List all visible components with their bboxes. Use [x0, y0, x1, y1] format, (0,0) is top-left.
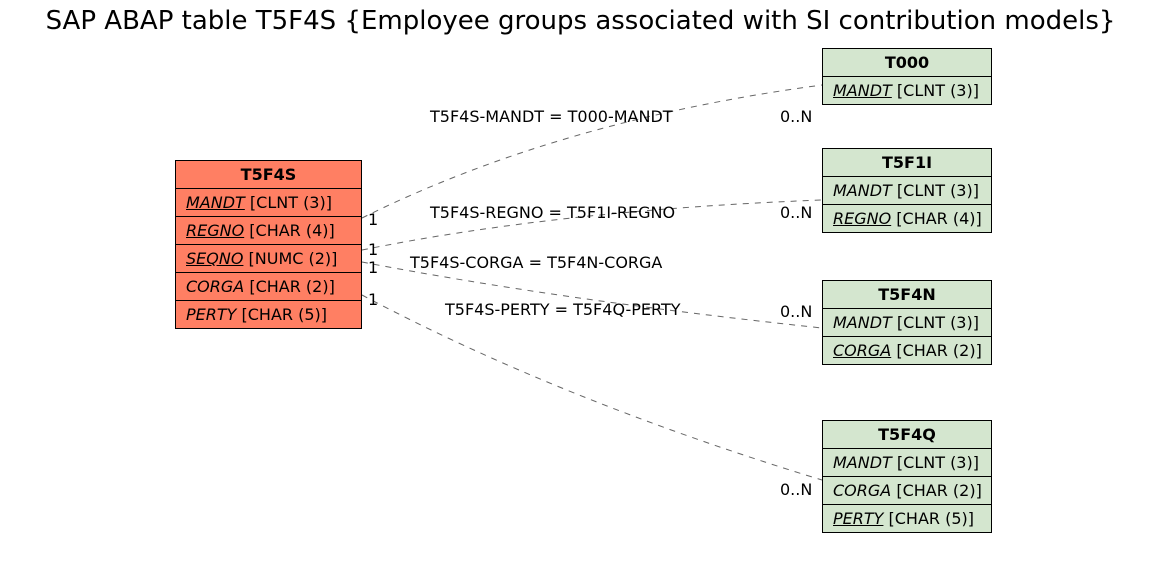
relation-label: T5F4S-PERTY = T5F4Q-PERTY: [445, 300, 681, 319]
table-header: T000: [823, 49, 991, 77]
cardinality-right: 0..N: [780, 302, 812, 321]
relation-label: T5F4S-MANDT = T000-MANDT: [430, 107, 673, 126]
cardinality-left: 1: [368, 290, 378, 309]
page-title: SAP ABAP table T5F4S {Employee groups as…: [0, 6, 1161, 36]
cardinality-right: 0..N: [780, 107, 812, 126]
field-row: SEQNO [NUMC (2)]: [176, 245, 361, 273]
table-header: T5F1I: [823, 149, 991, 177]
field-row: REGNO [CHAR (4)]: [176, 217, 361, 245]
cardinality-right: 0..N: [780, 480, 812, 499]
table-header: T5F4S: [176, 161, 361, 189]
field-row: MANDT [CLNT (3)]: [823, 77, 991, 104]
field-row: MANDT [CLNT (3)]: [176, 189, 361, 217]
table-t5f4q: T5F4Q MANDT [CLNT (3)] CORGA [CHAR (2)] …: [822, 420, 992, 533]
relation-label: T5F4S-REGNO = T5F1I-REGNO: [430, 203, 675, 222]
field-row: MANDT [CLNT (3)]: [823, 309, 991, 337]
cardinality-right: 0..N: [780, 203, 812, 222]
table-header: T5F4N: [823, 281, 991, 309]
field-row: MANDT [CLNT (3)]: [823, 177, 991, 205]
field-row: CORGA [CHAR (2)]: [823, 337, 991, 364]
field-row: REGNO [CHAR (4)]: [823, 205, 991, 232]
field-row: MANDT [CLNT (3)]: [823, 449, 991, 477]
cardinality-left: 1: [368, 210, 378, 229]
table-t5f4n: T5F4N MANDT [CLNT (3)] CORGA [CHAR (2)]: [822, 280, 992, 365]
table-header: T5F4Q: [823, 421, 991, 449]
table-t000: T000 MANDT [CLNT (3)]: [822, 48, 992, 105]
table-t5f1i: T5F1I MANDT [CLNT (3)] REGNO [CHAR (4)]: [822, 148, 992, 233]
relation-label: T5F4S-CORGA = T5F4N-CORGA: [410, 253, 662, 272]
table-t5f4s: T5F4S MANDT [CLNT (3)] REGNO [CHAR (4)] …: [175, 160, 362, 329]
cardinality-left: 1: [368, 258, 378, 277]
field-row: PERTY [CHAR (5)]: [176, 301, 361, 328]
cardinality-left: 1: [368, 240, 378, 259]
field-row: CORGA [CHAR (2)]: [823, 477, 991, 505]
field-row: PERTY [CHAR (5)]: [823, 505, 991, 532]
field-row: CORGA [CHAR (2)]: [176, 273, 361, 301]
